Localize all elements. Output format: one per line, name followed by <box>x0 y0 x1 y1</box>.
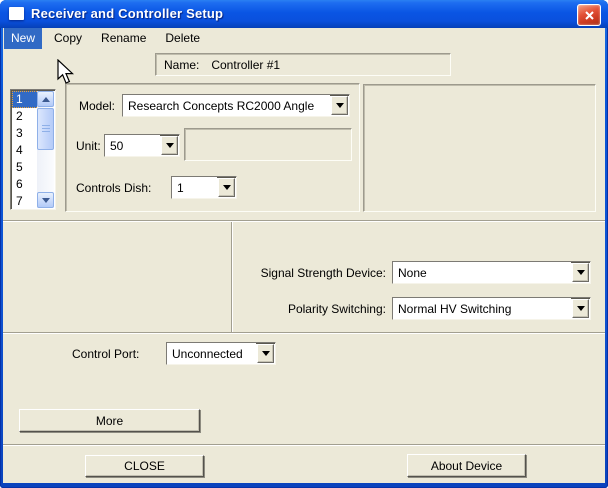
dropdown-arrow-icon <box>576 306 585 311</box>
control-port-dropdown-button[interactable] <box>257 344 274 363</box>
scrollbar-grip-icon <box>41 125 50 133</box>
titlebar-close-button[interactable] <box>577 4 601 26</box>
menu-item-copy[interactable]: Copy <box>47 28 89 49</box>
titlebar[interactable]: Receiver and Controller Setup <box>0 0 608 28</box>
more-button[interactable]: More <box>19 409 200 432</box>
signal-strength-value: None <box>393 262 571 283</box>
list-item[interactable]: 1 <box>12 91 39 108</box>
controller-listbox[interactable]: 1 2 3 4 5 6 7 <box>10 89 56 210</box>
list-item[interactable]: 6 <box>12 176 39 193</box>
control-port-value: Unconnected <box>167 343 256 364</box>
scroll-down-button[interactable] <box>37 192 54 208</box>
dropdown-arrow-icon <box>261 351 270 356</box>
polarity-switching-dropdown-button[interactable] <box>572 299 589 318</box>
signal-strength-combobox[interactable]: None <box>392 261 591 284</box>
list-item[interactable]: 5 <box>12 159 39 176</box>
about-device-button[interactable]: About Device <box>407 454 526 477</box>
name-value: Controller #1 <box>211 57 281 72</box>
polarity-switching-value: Normal HV Switching <box>393 298 571 319</box>
menu-item-rename[interactable]: Rename <box>94 28 153 49</box>
model-label: Model: <box>79 99 116 113</box>
unit-dropdown-button[interactable] <box>161 136 178 155</box>
menu-item-new[interactable]: New <box>4 28 43 49</box>
controls-dish-combobox[interactable]: 1 <box>171 176 237 199</box>
scroll-down-icon <box>41 197 50 203</box>
scroll-up-button[interactable] <box>37 91 54 107</box>
list-item[interactable]: 4 <box>12 142 39 159</box>
window-body: New Copy Rename Delete Name: Controller … <box>3 28 605 483</box>
polarity-switching-label: Polarity Switching: <box>287 302 386 316</box>
menu-item-delete[interactable]: Delete <box>158 28 207 49</box>
divider <box>3 332 605 334</box>
polarity-switching-combobox[interactable]: Normal HV Switching <box>392 297 591 320</box>
model-combobox[interactable]: Research Concepts RC2000 Angle <box>122 94 350 117</box>
close-button[interactable]: CLOSE <box>85 455 204 477</box>
controls-dish-label: Controls Dish: <box>76 181 152 195</box>
controls-dish-dropdown-button[interactable] <box>218 178 235 197</box>
listbox-scrollbar[interactable] <box>37 91 54 208</box>
menubar: New Copy Rename Delete <box>3 28 605 49</box>
device-info-panel <box>363 84 596 212</box>
dropdown-arrow-icon <box>335 103 344 108</box>
unit-label: Unit: <box>76 139 101 153</box>
model-value: Research Concepts RC2000 Angle <box>123 95 330 116</box>
scrollbar-thumb[interactable] <box>37 108 54 150</box>
control-port-combobox[interactable]: Unconnected <box>166 342 276 365</box>
dropdown-arrow-icon <box>165 143 174 148</box>
list-item[interactable]: 7 <box>12 193 39 210</box>
controller-list-items: 1 2 3 4 5 6 7 <box>12 91 39 208</box>
unit-info-panel <box>184 128 352 161</box>
name-label: Name: <box>164 57 200 72</box>
close-icon <box>584 10 594 20</box>
model-dropdown-button[interactable] <box>331 96 348 115</box>
receiver-controller-setup-window: Receiver and Controller Setup New Copy R… <box>0 0 608 488</box>
list-item[interactable]: 2 <box>12 108 39 125</box>
dropdown-arrow-icon <box>222 185 231 190</box>
controls-dish-value: 1 <box>172 177 217 198</box>
control-port-label: Control Port: <box>72 347 140 361</box>
footer-divider <box>3 444 605 446</box>
unit-value: 50 <box>105 135 160 156</box>
scroll-up-icon <box>41 96 50 102</box>
device-group-panel: Model: Research Concepts RC2000 Angle Un… <box>65 83 360 212</box>
signal-strength-dropdown-button[interactable] <box>572 263 589 282</box>
unit-combobox[interactable]: 50 <box>104 134 180 157</box>
divider <box>3 220 605 222</box>
window-icon <box>9 7 24 20</box>
window-title: Receiver and Controller Setup <box>31 6 224 21</box>
signal-strength-label: Signal Strength Device: <box>260 266 386 280</box>
dropdown-arrow-icon <box>576 270 585 275</box>
list-item[interactable]: 3 <box>12 125 39 142</box>
name-panel: Name: Controller #1 <box>155 53 451 76</box>
